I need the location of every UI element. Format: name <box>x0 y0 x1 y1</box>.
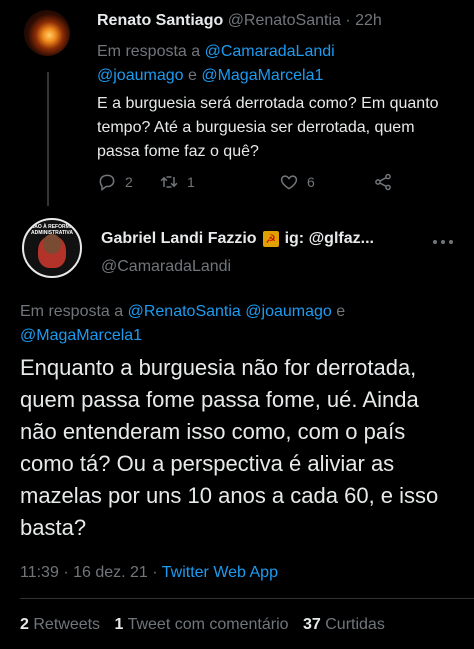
tweet-text: Enquanto a burguesia não for derrotada, … <box>20 355 439 540</box>
retweets-count: 2 <box>20 616 29 633</box>
likes-label: Curtidas <box>325 616 385 633</box>
mention-link[interactable]: @MagaMarcela1 <box>20 327 142 344</box>
author-handle[interactable]: @RenatoSantia <box>228 12 341 29</box>
more-icon <box>433 240 437 244</box>
reply-tweet[interactable]: Renato Santiago @RenatoSantia · 22h Em r… <box>0 0 474 206</box>
heart-icon <box>280 175 298 190</box>
mention-link[interactable]: @RenatoSantia <box>128 303 241 320</box>
author-name-text: Gabriel Landi Fazzio <box>101 230 257 247</box>
like-button[interactable]: 6 <box>279 172 315 192</box>
more-icon <box>449 240 453 244</box>
author-name[interactable]: Renato Santiago <box>97 12 223 29</box>
quotes-label: Tweet com comentário <box>127 616 289 633</box>
replying-to: Em resposta a @RenatoSantia @joaumago e … <box>20 300 460 348</box>
mention-link[interactable]: @joaumago <box>245 303 332 320</box>
tweet-time[interactable]: 22h <box>355 12 382 29</box>
avatar-face <box>43 234 61 254</box>
share-icon <box>375 173 391 191</box>
quote-tweets-stat[interactable]: 1 Tweet com comentário <box>115 616 289 633</box>
thread-line <box>47 72 49 206</box>
reply-icon <box>99 174 115 191</box>
and-text: e <box>336 303 346 320</box>
mention-link[interactable]: @CamaradaLandi <box>205 43 335 60</box>
quotes-count: 1 <box>114 616 124 633</box>
mention-link[interactable]: @MagaMarcela1 <box>201 67 323 84</box>
mention-link[interactable]: @joaumago <box>97 67 184 84</box>
replying-to: Em resposta a @CamaradaLandi @joaumago e… <box>97 40 457 88</box>
reply-header: Renato Santiago @RenatoSantia · 22h <box>97 12 382 30</box>
author-name-suffix: ig: @glfaz... <box>284 230 374 247</box>
avatar[interactable]: NÃO À REFORMA ADMINISTRATIVA <box>22 218 82 278</box>
hammer-sickle-icon: ☭ <box>262 231 279 247</box>
separator-dot: · <box>345 12 351 29</box>
more-icon <box>441 240 445 244</box>
retweets-label: Retweets <box>33 616 101 633</box>
tweet-meta: 11:39 · 16 dez. 21 · Twitter Web App <box>20 564 278 582</box>
replying-prefix: Em resposta a <box>20 303 124 320</box>
retweet-count: 1 <box>187 174 195 190</box>
author-name[interactable]: Gabriel Landi Fazzio ☭ ig: @glfaz... <box>101 230 374 248</box>
tweet-date[interactable]: 16 dez. 21 <box>73 564 148 581</box>
more-options-button[interactable] <box>433 234 453 248</box>
reply-count: 2 <box>125 174 133 190</box>
and-text: e <box>187 67 197 84</box>
retweet-button[interactable]: 1 <box>159 172 195 192</box>
separator-dot: · <box>152 564 158 581</box>
engagement-stats: 2 Retweets 1 Tweet com comentário 37 Cur… <box>20 616 385 634</box>
share-button[interactable] <box>373 172 393 192</box>
likes-stat[interactable]: 37 Curtidas <box>303 616 385 633</box>
author-handle[interactable]: @CamaradaLandi <box>101 258 231 276</box>
likes-count: 37 <box>302 616 321 633</box>
tweet-text: E a burguesia será derrotada como? Em qu… <box>97 95 439 160</box>
reply-button[interactable]: 2 <box>97 172 133 192</box>
avatar[interactable] <box>24 10 70 56</box>
divider <box>20 598 474 599</box>
separator-dot: · <box>63 564 69 581</box>
replying-prefix: Em resposta a <box>97 43 201 60</box>
retweets-stat[interactable]: 2 Retweets <box>20 616 100 633</box>
retweet-icon <box>160 176 178 188</box>
tweet-source-link[interactable]: Twitter Web App <box>162 564 278 581</box>
like-count: 6 <box>307 174 315 190</box>
tweet-time[interactable]: 11:39 <box>20 564 59 581</box>
action-bar: 2 1 6 <box>97 172 417 196</box>
